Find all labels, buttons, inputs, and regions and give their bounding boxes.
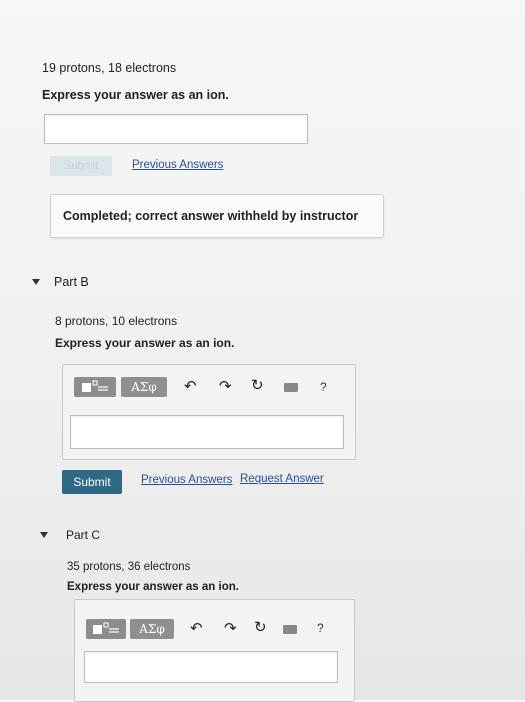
- templates-glyph-icon: [93, 622, 119, 634]
- part-b-previous-answers-link[interactable]: Previous Answers: [141, 474, 232, 486]
- part-b-help-button[interactable]: ?: [320, 380, 327, 394]
- part-a-status-message: Completed; correct answer withheld by in…: [50, 194, 384, 238]
- part-b-instruction: Express your answer as an ion.: [55, 336, 235, 350]
- undo-icon[interactable]: ↶: [184, 379, 197, 394]
- part-c-question: 35 protons, 36 electrons: [67, 561, 191, 573]
- keyboard-icon[interactable]: [283, 625, 297, 634]
- part-a-instruction: Express your answer as an ion.: [42, 88, 229, 102]
- collapse-triangle-icon[interactable]: [40, 532, 48, 538]
- part-c-answer-field[interactable]: [84, 651, 338, 683]
- undo-icon[interactable]: ↶: [190, 621, 203, 636]
- templates-icon[interactable]: [86, 619, 126, 639]
- part-b-greek-button[interactable]: ΑΣφ: [121, 377, 167, 397]
- part-c-greek-button[interactable]: ΑΣφ: [130, 619, 174, 639]
- redo-icon[interactable]: ↷: [219, 379, 232, 394]
- part-b-title[interactable]: Part B: [54, 275, 89, 289]
- part-a-answer-field[interactable]: [44, 114, 308, 144]
- status-text: Completed; correct answer withheld by in…: [63, 209, 359, 223]
- reset-icon[interactable]: ↻: [251, 378, 264, 393]
- part-c-help-button[interactable]: ?: [317, 621, 324, 635]
- reset-icon[interactable]: ↻: [254, 620, 267, 635]
- keyboard-icon[interactable]: [284, 383, 298, 392]
- part-a-previous-answers-link[interactable]: Previous Answers: [132, 159, 223, 171]
- collapse-triangle-icon[interactable]: [32, 279, 40, 285]
- part-b-answer-field[interactable]: [70, 415, 344, 449]
- templates-glyph-icon: [82, 380, 108, 392]
- part-c-instruction: Express your answer as an ion.: [67, 581, 239, 593]
- part-b-request-answer-link[interactable]: Request Answer: [240, 473, 324, 485]
- templates-icon[interactable]: [74, 377, 116, 397]
- part-b-submit-button[interactable]: Submit: [62, 470, 122, 494]
- part-c-title[interactable]: Part C: [66, 528, 100, 542]
- part-b-question: 8 protons, 10 electrons: [55, 314, 178, 328]
- part-a-submit-button: Submit: [50, 156, 112, 176]
- redo-icon[interactable]: ↷: [224, 621, 237, 636]
- part-a-question: 19 protons, 18 electrons: [42, 61, 177, 75]
